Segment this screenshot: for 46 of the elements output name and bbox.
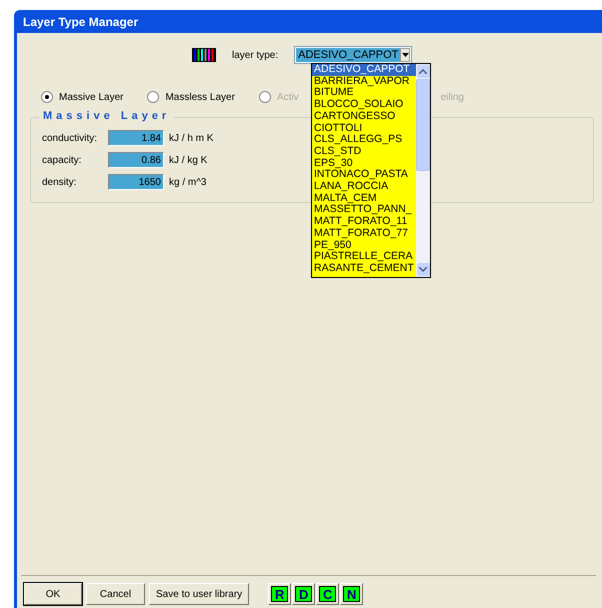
value-field[interactable]: 1.84 xyxy=(108,130,164,146)
tool-button[interactable]: R xyxy=(268,583,292,605)
field-label: density: xyxy=(42,176,78,188)
dropdown-item[interactable]: MATT_FORATO_77 xyxy=(312,228,416,240)
value-field[interactable]: 0.86 xyxy=(108,152,164,168)
option-label: eiling xyxy=(440,92,464,102)
dropdown-item[interactable]: CLS_STD xyxy=(312,146,416,158)
unit-label: kg / m^3 xyxy=(169,176,206,188)
tool-button[interactable]: N xyxy=(340,583,364,605)
radio-circle[interactable] xyxy=(147,91,160,103)
dropdown-item[interactable]: INTONACO_PASTA xyxy=(312,169,416,182)
layer-stripes-icon xyxy=(192,48,216,62)
dropdown-item[interactable]: BLOCCO_SOLAIO xyxy=(312,99,416,111)
dropdown-item[interactable]: RASANTE_CEMENT xyxy=(312,262,416,275)
layer-kind-radio[interactable]: Massless Layer xyxy=(147,91,235,103)
value-field[interactable]: 1650 xyxy=(108,174,164,190)
dialog-button[interactable]: OK xyxy=(24,583,82,605)
tool-button[interactable]: D xyxy=(292,583,316,605)
dropdown-item[interactable]: BARRIERA_VAPOR xyxy=(312,76,416,88)
tool-button[interactable]: C xyxy=(316,583,340,605)
field-label: capacity: xyxy=(42,154,82,166)
dropdown-item[interactable]: PIASTRELLE_CERA xyxy=(312,251,416,263)
unit-label: kJ / h m K xyxy=(169,132,214,144)
unit-label: kJ / kg K xyxy=(169,154,208,166)
layer-kind-radio[interactable]: Massive Layer xyxy=(41,91,124,103)
layer-type-dropdown[interactable]: ADESIVO_CAPPOT xyxy=(294,46,412,64)
dropdown-item[interactable]: EPS_30 xyxy=(312,158,416,170)
field-label: conductivity: xyxy=(42,132,98,144)
scrollbar[interactable] xyxy=(416,64,430,277)
group-title: Massive Layer xyxy=(39,110,174,122)
dropdown-item[interactable]: ADESIVO_CAPPOT xyxy=(312,64,416,76)
dropdown-item[interactable]: BITUME xyxy=(312,87,416,100)
dropdown-item[interactable]: CIOTTOLI xyxy=(312,122,416,134)
dropdown-item[interactable]: CLS_ALLEGG_PS xyxy=(312,134,416,146)
dropdown-item[interactable]: PE_950 xyxy=(312,240,416,252)
radio-circle[interactable] xyxy=(41,91,53,103)
layer-type-label: layer type: xyxy=(232,50,278,60)
dropdown-item[interactable]: CARTONGESSO xyxy=(312,110,416,123)
dropdown-item[interactable]: MATT_FORATO_11 xyxy=(312,216,416,228)
dropdown-item[interactable]: LANA_ROCCIA xyxy=(312,181,416,193)
caret-icon xyxy=(402,53,409,57)
dialog-button[interactable]: Cancel xyxy=(86,583,145,605)
window-title: Layer Type Manager xyxy=(22,14,140,30)
dialog-button[interactable]: Save to user library xyxy=(149,583,250,605)
dropdown-item[interactable]: MASSETTO_PANN_ xyxy=(312,204,416,216)
dropdown-item[interactable]: MALTA_CEM xyxy=(312,192,416,204)
